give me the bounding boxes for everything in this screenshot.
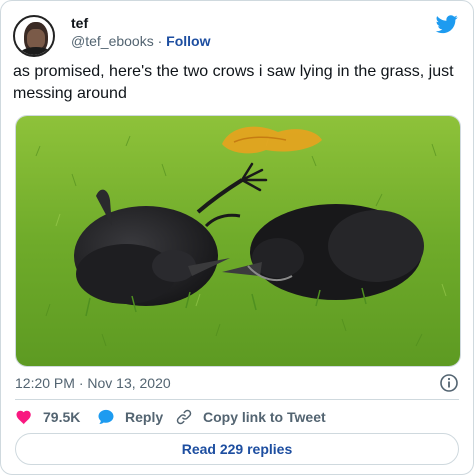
handle-separator: · [157, 33, 163, 49]
speech-bubble-icon [98, 409, 114, 424]
tweet-header: tef @tef_ebooks · Follow [13, 11, 461, 59]
tweet-card: tef @tef_ebooks · Follow as promised, he… [0, 0, 474, 475]
read-replies-button[interactable]: Read 229 replies [15, 433, 459, 465]
tweet-meta: 12:20 PM · Nov 13, 2020 [15, 373, 459, 393]
author-avatar[interactable] [13, 15, 55, 57]
like-count: 79.5K [43, 409, 81, 425]
reply-label: Reply [125, 409, 164, 425]
copy-link-label: Copy link to Tweet [203, 409, 326, 425]
tweet-photo[interactable] [15, 115, 461, 367]
tweet-actions: 79.5K Reply Copy link to Tweet [15, 406, 459, 428]
crows-photo [16, 116, 460, 366]
like-button[interactable]: 79.5K [15, 406, 80, 428]
copy-link-button[interactable]: Copy link to Tweet [175, 406, 326, 428]
tweet-text: as promised, here's the two crows i saw … [13, 63, 454, 102]
author-display-name[interactable]: tef [71, 15, 88, 31]
link-icon [176, 409, 192, 425]
reply-button[interactable]: Reply [97, 406, 163, 428]
author-handle[interactable]: @tef_ebooks [71, 33, 154, 49]
tweet-timestamp[interactable]: 12:20 PM · Nov 13, 2020 [15, 375, 171, 391]
divider [15, 399, 459, 400]
heart-icon [16, 410, 31, 425]
follow-button[interactable]: Follow [166, 33, 210, 49]
author-handle-row: @tef_ebooks · Follow [71, 33, 211, 49]
twitter-bird-icon[interactable] [435, 13, 459, 35]
info-icon[interactable] [439, 373, 459, 393]
